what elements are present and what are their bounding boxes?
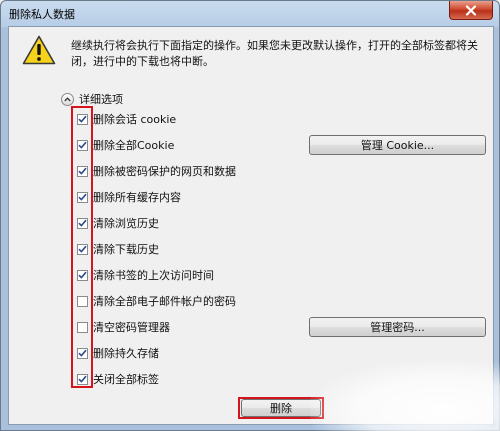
delete-private-data-dialog: 删除私人数据 继续执行将会执行下面指定的操作。如果您未更改默认操作，打开的全部标… [0, 0, 500, 431]
option-label: 删除所有缓存内容 [93, 191, 181, 204]
checkbox[interactable] [77, 113, 88, 125]
option-label: 清除全部电子邮件帐户的密码 [93, 295, 236, 308]
option-clear-download-history[interactable]: 清除下载历史 [77, 241, 159, 257]
delete-button-highlight: 删除 [238, 397, 324, 419]
checkbox[interactable] [77, 243, 88, 255]
option-delete-all-cookies[interactable]: 删除全部Cookie [77, 137, 174, 153]
option-delete-persistent-storage[interactable]: 删除持久存储 [77, 345, 159, 361]
resize-grip-icon[interactable] [487, 418, 497, 428]
warning-icon [22, 35, 56, 65]
checkbox[interactable] [77, 191, 88, 203]
close-button[interactable] [449, 1, 493, 20]
dialog-title: 删除私人数据 [9, 8, 75, 21]
checkmark-icon [78, 219, 87, 227]
checkmark-icon [78, 193, 87, 201]
option-label: 删除全部Cookie [93, 139, 175, 152]
option-close-all-tabs[interactable]: 关闭全部标签 [77, 371, 159, 387]
option-label: 删除被密码保护的网页和数据 [93, 165, 236, 178]
option-delete-session-cookie[interactable]: 删除会话 cookie [77, 111, 176, 127]
checkbox[interactable] [77, 321, 88, 333]
option-clear-password-manager[interactable]: 清空密码管理器 [77, 319, 170, 335]
checkmark-icon [78, 167, 87, 175]
title-bar: 删除私人数据 [1, 1, 499, 25]
checkbox[interactable] [77, 217, 88, 229]
chevron-up-icon [61, 92, 74, 106]
checkmark-icon [78, 271, 87, 279]
checkmark-icon [78, 141, 87, 149]
option-clear-browsing-history[interactable]: 清除浏览历史 [77, 215, 159, 231]
option-delete-cache[interactable]: 删除所有缓存内容 [77, 189, 181, 205]
checkbox[interactable] [77, 373, 88, 385]
option-label: 清除下载历史 [93, 243, 159, 256]
manage-passwords-button[interactable]: 管理密码... [309, 317, 486, 337]
checkmark-icon [78, 245, 87, 253]
option-label: 删除持久存储 [93, 347, 159, 360]
details-toggle[interactable]: 详细选项 [61, 91, 123, 107]
option-delete-password-protected-data[interactable]: 删除被密码保护的网页和数据 [77, 163, 236, 179]
checkbox[interactable] [77, 139, 88, 151]
checkbox[interactable] [77, 269, 88, 281]
manage-cookie-button[interactable]: 管理 Cookie... [309, 135, 486, 155]
checkbox[interactable] [77, 295, 88, 307]
details-label: 详细选项 [79, 93, 123, 106]
checkbox[interactable] [77, 165, 88, 177]
option-label: 清除浏览历史 [93, 217, 159, 230]
close-icon [465, 4, 477, 16]
delete-button[interactable]: 删除 [241, 399, 321, 417]
warning-message: 继续执行将会执行下面指定的操作。如果您未更改默认操作，打开的全部标签都将关闭，进… [71, 39, 478, 68]
option-label: 删除会话 cookie [93, 113, 177, 126]
checkbox[interactable] [77, 347, 88, 359]
checkmark-icon [78, 349, 87, 357]
checkmark-icon [78, 375, 87, 383]
option-label: 清空密码管理器 [93, 321, 170, 334]
option-label: 关闭全部标签 [93, 373, 159, 386]
option-clear-bookmark-visit-time[interactable]: 清除书签的上次访问时间 [77, 267, 214, 283]
checkmark-icon [78, 115, 87, 123]
option-label: 清除书签的上次访问时间 [93, 269, 214, 282]
dialog-body: 继续执行将会执行下面指定的操作。如果您未更改默认操作，打开的全部标签都将关闭，进… [8, 26, 494, 425]
option-clear-email-passwords[interactable]: 清除全部电子邮件帐户的密码 [77, 293, 236, 309]
